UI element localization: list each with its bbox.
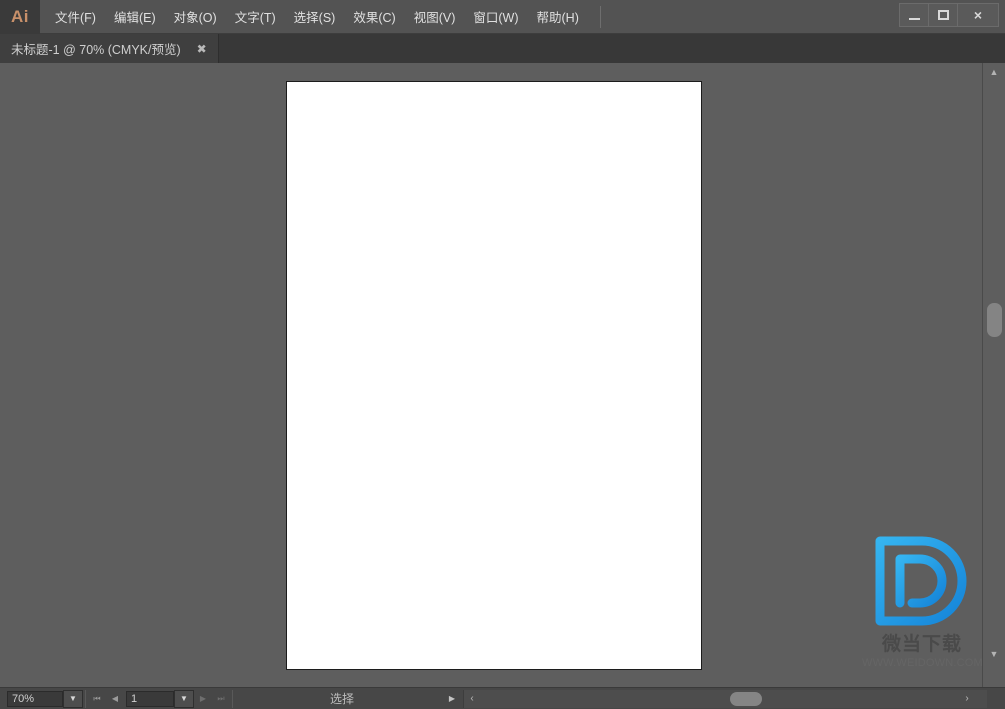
status-divider-2: [232, 689, 233, 708]
canvas-area[interactable]: 微当下载 WWW.WEIDOWN.COM: [0, 63, 982, 687]
status-divider-1: [85, 689, 86, 708]
artboard-dropdown-icon[interactable]: ▼: [174, 689, 194, 708]
menu-type[interactable]: 文字(T): [226, 5, 285, 29]
watermark-url: WWW.WEIDOWN.COM: [862, 657, 982, 669]
next-artboard-button[interactable]: ▶: [194, 690, 212, 708]
minimize-button[interactable]: [900, 4, 929, 26]
scroll-left-icon[interactable]: ‹: [464, 690, 480, 708]
scroll-down-icon[interactable]: ▼: [983, 645, 1005, 663]
prev-artboard-button[interactable]: ◀: [106, 690, 124, 708]
workspace: 微当下载 WWW.WEIDOWN.COM: [0, 63, 1005, 687]
maximize-button[interactable]: [929, 4, 958, 26]
horizontal-scrollbar-thumb[interactable]: [730, 691, 762, 706]
zoom-level-input[interactable]: 70%: [7, 690, 63, 707]
watermark: 微当下载 WWW.WEIDOWN.COM: [862, 535, 982, 670]
document-tab-bar: 未标题-1 @ 70% (CMYK/预览) ✖: [0, 34, 1005, 63]
minimize-icon: [908, 17, 920, 20]
close-button[interactable]: ×: [958, 4, 998, 26]
vertical-scrollbar[interactable]: ▲ ▼: [982, 63, 1005, 687]
menu-bar: Ai 文件(F) 编辑(E) 对象(O) 文字(T) 选择(S) 效果(C) 视…: [0, 0, 1005, 34]
illustrator-window: Ai 文件(F) 编辑(E) 对象(O) 文字(T) 选择(S) 效果(C) 视…: [0, 0, 1005, 709]
menu-divider: [599, 5, 601, 28]
zoom-dropdown-icon[interactable]: ▼: [63, 689, 83, 708]
first-artboard-button[interactable]: ⏮: [88, 690, 106, 708]
menu-object[interactable]: 对象(O): [165, 5, 226, 29]
artboard[interactable]: [286, 81, 702, 670]
window-controls: ×: [899, 3, 999, 27]
scroll-up-icon[interactable]: ▲: [983, 63, 1005, 81]
status-bar: 70% ▼ ⏮ ◀ 1 ▼ ▶ ⏭ 选择 ▶ ‹ ›: [0, 687, 1005, 709]
horizontal-scrollbar[interactable]: ‹ ›: [463, 689, 987, 708]
tab-close-icon[interactable]: ✖: [195, 43, 209, 55]
menu-view[interactable]: 视图(V): [405, 5, 465, 29]
scrollbar-corner: [983, 665, 1005, 687]
current-tool-label: 选择: [241, 689, 443, 708]
menu-help[interactable]: 帮助(H): [528, 5, 588, 29]
last-artboard-button[interactable]: ⏭: [212, 690, 230, 708]
menu-window[interactable]: 窗口(W): [464, 5, 527, 29]
artboard-number-input[interactable]: 1: [126, 690, 174, 707]
weidown-logo-icon: [875, 536, 967, 626]
app-logo-icon[interactable]: Ai: [0, 0, 40, 34]
menu-edit[interactable]: 编辑(E): [105, 5, 165, 29]
menu-select[interactable]: 选择(S): [285, 5, 345, 29]
watermark-text: 微当下载: [881, 633, 962, 655]
document-tab-label: 未标题-1 @ 70% (CMYK/预览): [11, 43, 181, 57]
maximize-icon: [937, 10, 949, 20]
menu-file[interactable]: 文件(F): [46, 5, 105, 29]
close-icon: ×: [973, 7, 983, 23]
status-menu-icon[interactable]: ▶: [443, 690, 461, 708]
menu-effect[interactable]: 效果(C): [344, 5, 404, 29]
document-tab[interactable]: 未标题-1 @ 70% (CMYK/预览) ✖: [0, 34, 219, 63]
scroll-right-icon[interactable]: ›: [959, 690, 975, 708]
vertical-scrollbar-thumb[interactable]: [987, 303, 1002, 337]
menu-item-list: 文件(F) 编辑(E) 对象(O) 文字(T) 选择(S) 效果(C) 视图(V…: [46, 0, 601, 34]
status-corner: [989, 689, 1005, 708]
